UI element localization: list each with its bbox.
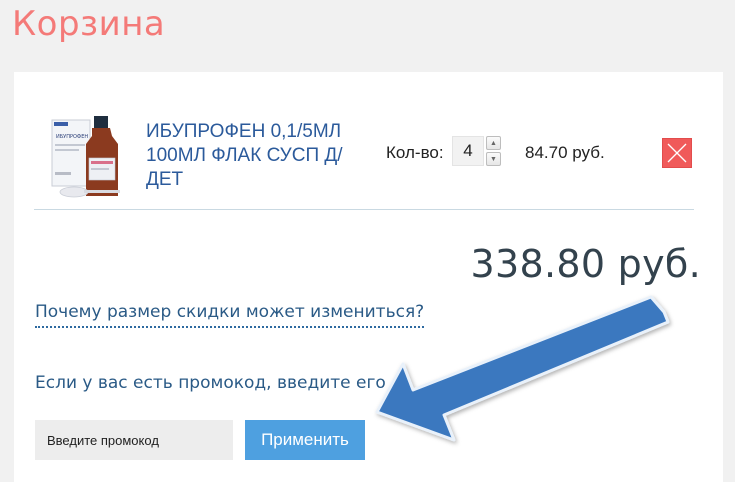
page-title: Корзина — [12, 4, 166, 44]
divider — [34, 209, 694, 210]
close-icon — [667, 143, 687, 163]
remove-item-button[interactable] — [662, 138, 692, 168]
quantity-label: Кол-во: — [386, 143, 444, 162]
discount-info-link[interactable]: Почему размер скидки может измениться? — [35, 302, 425, 328]
product-image[interactable]: ИБУПРОФЕН — [50, 114, 132, 200]
quantity-input[interactable] — [452, 136, 484, 166]
cart-total: 338.80 руб. — [470, 242, 701, 286]
promo-hint: Если у вас есть промокод, введите его — [35, 373, 386, 393]
quantity-increase-button[interactable]: ▲ — [486, 136, 501, 150]
product-image-label: ИБУПРОФЕН — [56, 134, 88, 140]
triangle-up-icon: ▲ — [490, 139, 497, 147]
product-name-link[interactable]: ИБУПРОФЕН 0,1/5МЛ 100МЛ ФЛАК СУСП Д/ДЕТ — [146, 120, 361, 192]
apply-promo-button[interactable]: Применить — [245, 420, 365, 460]
item-price: 84.70 руб. — [525, 143, 605, 162]
triangle-down-icon: ▼ — [490, 155, 497, 163]
cart-panel: ИБУПРОФЕН ИБУПРОФЕН 0,1/5МЛ 100МЛ ФЛАК С… — [14, 72, 723, 482]
promo-code-input[interactable] — [35, 420, 233, 460]
quantity-stepper: ▲ ▼ — [486, 136, 501, 166]
quantity-decrease-button[interactable]: ▼ — [486, 152, 501, 166]
